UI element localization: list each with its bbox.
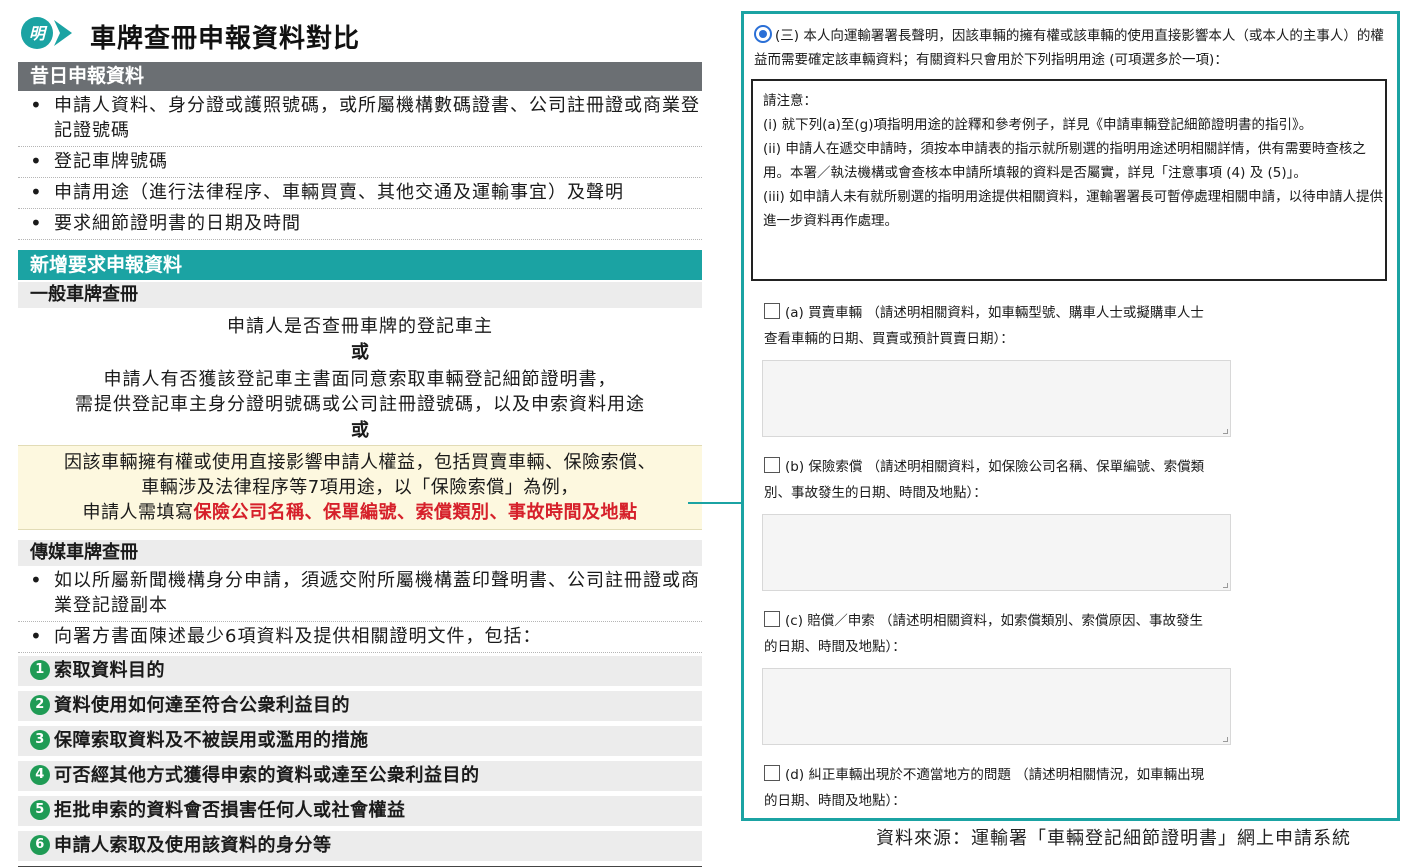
notice-item: (iii) 如申請人未有就所剔選的指明用途提供相關資料，運輸署署長可暫停處理相關… — [763, 189, 1384, 229]
number-badge: 6 — [30, 835, 50, 855]
detail-textarea-c[interactable] — [762, 668, 1231, 745]
checkbox[interactable] — [764, 457, 780, 473]
list-item: 申請用途（進行法律程序、車輛買賣、其他交通及運輸事宜）及聲明 — [18, 178, 702, 209]
option-label: 的日期、時間及地點）： — [764, 639, 906, 655]
numbered-text: 申請人索取及使用該資料的身分等 — [54, 835, 332, 856]
page-title: 車牌查冊申報資料對比 — [90, 24, 361, 54]
connector-line — [688, 502, 742, 504]
past-list: 申請人資料、身分證或護照號碼，或所屬機構數碼證書、公司註冊證或商業登記證號碼 登… — [18, 91, 702, 240]
notice-item: (ii) 申請人在遞交申請時，須按本申請表的指示就所剔選的指明用途述明相關詳情，… — [763, 141, 1366, 181]
numbered-item: 1 索取資料目的 — [18, 656, 702, 686]
number-badge: 2 — [30, 695, 50, 715]
purpose-option-c: (c) 賠償／申索 （請述明相關資料，如索償類別、索償原因、事故發生 的日期、時… — [764, 608, 1264, 660]
option-label: 查看車輛的日期、買賣或預計買賣日期）： — [764, 331, 1014, 347]
number-badge: 3 — [30, 730, 50, 750]
numbered-item: 3 保障索取資料及不被誤用或濫用的措施 — [18, 726, 702, 756]
numbered-item: 6 申請人索取及使用該資料的身分等 — [18, 831, 702, 861]
purpose-option-b: (b) 保險索償 （請述明相關資料，如保險公司名稱、保單編號、索償類 別、事故發… — [764, 454, 1264, 506]
media-heading: 傳媒車牌查冊 — [18, 540, 702, 566]
ming-logo-icon: 明 — [21, 17, 72, 49]
list-item: 如以所屬新聞機構身分申請，須遞交附所屬機構蓋印聲明書、公司註冊證或商業登記證副本 — [18, 566, 702, 622]
numbered-text: 資料使用如何達至符合公衆利益目的 — [54, 695, 350, 716]
detail-textarea-b[interactable] — [762, 514, 1231, 591]
checkbox[interactable] — [764, 611, 780, 627]
general-line: 需提供登記車主身分證明號碼或公司註冊證號碼，以及申索資料用途 — [75, 394, 645, 415]
highlight-line: 申請人需填寫保險公司名稱、保單編號、索償類別、事故時間及地點 — [18, 500, 702, 525]
option-label: 的日期、時間及地點）： — [764, 793, 906, 809]
highlight-prefix: 申請人需填寫 — [82, 502, 194, 523]
option-label: 別、事故發生的日期、時間及地點）： — [764, 485, 987, 501]
highlight-red-text: 保險公司名稱、保單編號、索償類別、事故時間及地點 — [193, 502, 638, 523]
declaration-text: (三) 本人向運輸署署長聲明，因該車輛的擁有權或該車輛的使用直接影響本人（或本人… — [754, 28, 1384, 68]
general-line: 申請人有否獲該登記車主書面同意索取車輛登記細節證明書， — [103, 369, 617, 390]
numbered-text: 拒批申索的資料會否損害任何人或社會權益 — [54, 800, 406, 821]
detail-textarea-a[interactable] — [762, 360, 1231, 437]
general-heading: 一般車牌查冊 — [18, 282, 702, 308]
or-label: 或 — [351, 420, 369, 441]
highlight-box: 因該車輛擁有權或使用直接影響申請人權益，包括買賣車輛、保險索償、 車輛涉及法律程… — [18, 445, 702, 530]
numbered-text: 保障索取資料及不被誤用或濫用的措施 — [54, 730, 369, 751]
list-item: 申請人資料、身分證或護照號碼，或所屬機構數碼證書、公司註冊證或商業登記證號碼 — [18, 91, 702, 147]
media-numbered-list: 1 索取資料目的 2 資料使用如何達至符合公衆利益目的 3 保障索取資料及不被誤用或濫… — [18, 656, 702, 861]
highlight-line: 因該車輛擁有權或使用直接影響申請人權益，包括買賣車輛、保險索償、 — [64, 452, 656, 473]
list-item: 要求細節證明書的日期及時間 — [18, 209, 702, 240]
or-label: 或 — [351, 342, 369, 363]
list-item: 登記車牌號碼 — [18, 147, 702, 178]
number-badge: 4 — [30, 765, 50, 785]
general-line: 申請人是否查冊車牌的登記車主 — [227, 316, 493, 337]
numbered-text: 索取資料目的 — [54, 660, 165, 681]
comparison-panel: 明 車牌查冊申報資料對比 昔日申報資料 申請人資料、身分證或護照號碼，或所屬機構… — [18, 8, 702, 867]
form-screenshot-panel: (三) 本人向運輸署署長聲明，因該車輛的擁有權或該車輛的使用直接影響本人（或本人… — [741, 11, 1400, 821]
past-heading: 昔日申報資料 — [18, 62, 702, 91]
option-label: (d) 糾正車輛出現於不適當地方的問題 （請述明相關情況，如車輛出現 — [785, 767, 1205, 783]
notice-item: (i) 就下列(a)至(g)項指明用途的詮釋和參考例子，詳見《申請車輛登記細節證… — [763, 117, 1313, 133]
numbered-item: 5 拒批申索的資料會否損害任何人或社會權益 — [18, 796, 702, 826]
numbered-item: 4 可否經其他方式獲得申索的資料或達至公衆利益目的 — [18, 761, 702, 791]
option-label: (c) 賠償／申索 （請述明相關資料，如索償類別、索償原因、事故發生 — [785, 613, 1204, 629]
new-heading: 新增要求申報資料 — [18, 250, 702, 280]
checkbox[interactable] — [764, 303, 780, 319]
notice-box: 請注意： (i) 就下列(a)至(g)項指明用途的詮釋和參考例子，詳見《申請車輛… — [751, 79, 1387, 281]
numbered-item: 2 資料使用如何達至符合公衆利益目的 — [18, 691, 702, 721]
radio-selected-icon[interactable] — [754, 25, 772, 43]
number-badge: 1 — [30, 660, 50, 680]
checkbox[interactable] — [764, 765, 780, 781]
option-label: (a) 買賣車輛 （請述明相關資料，如車輛型號、購車人士或擬購車人士 — [785, 305, 1204, 321]
list-item: 向署方書面陳述最少6項資料及提供相關證明文件，包括： — [18, 622, 702, 653]
declaration-option: (三) 本人向運輸署署長聲明，因該車輛的擁有權或該車輛的使用直接影響本人（或本人… — [754, 24, 1386, 72]
numbered-text: 可否經其他方式獲得申索的資料或達至公衆利益目的 — [54, 765, 480, 786]
notice-title: 請注意： — [763, 93, 817, 109]
title-row: 明 車牌查冊申報資料對比 — [18, 8, 702, 58]
purpose-option-d: (d) 糾正車輛出現於不適當地方的問題 （請述明相關情況，如車輛出現 的日期、時… — [764, 762, 1264, 814]
highlight-line: 車輛涉及法律程序等7項用途，以「保險索償」為例， — [141, 477, 579, 498]
media-list: 如以所屬新聞機構身分申請，須遞交附所屬機構蓋印聲明書、公司註冊證或商業登記證副本… — [18, 566, 702, 653]
option-label: (b) 保險索償 （請述明相關資料，如保險公司名稱、保單編號、索償類 — [785, 459, 1205, 475]
number-badge: 5 — [30, 800, 50, 820]
purpose-option-a: (a) 買賣車輛 （請述明相關資料，如車輛型號、購車人士或擬購車人士 查看車輛的… — [764, 300, 1264, 352]
source-caption: 資料來源：運輸署「車輛登記細節證明書」網上申請系統 — [876, 828, 1351, 849]
